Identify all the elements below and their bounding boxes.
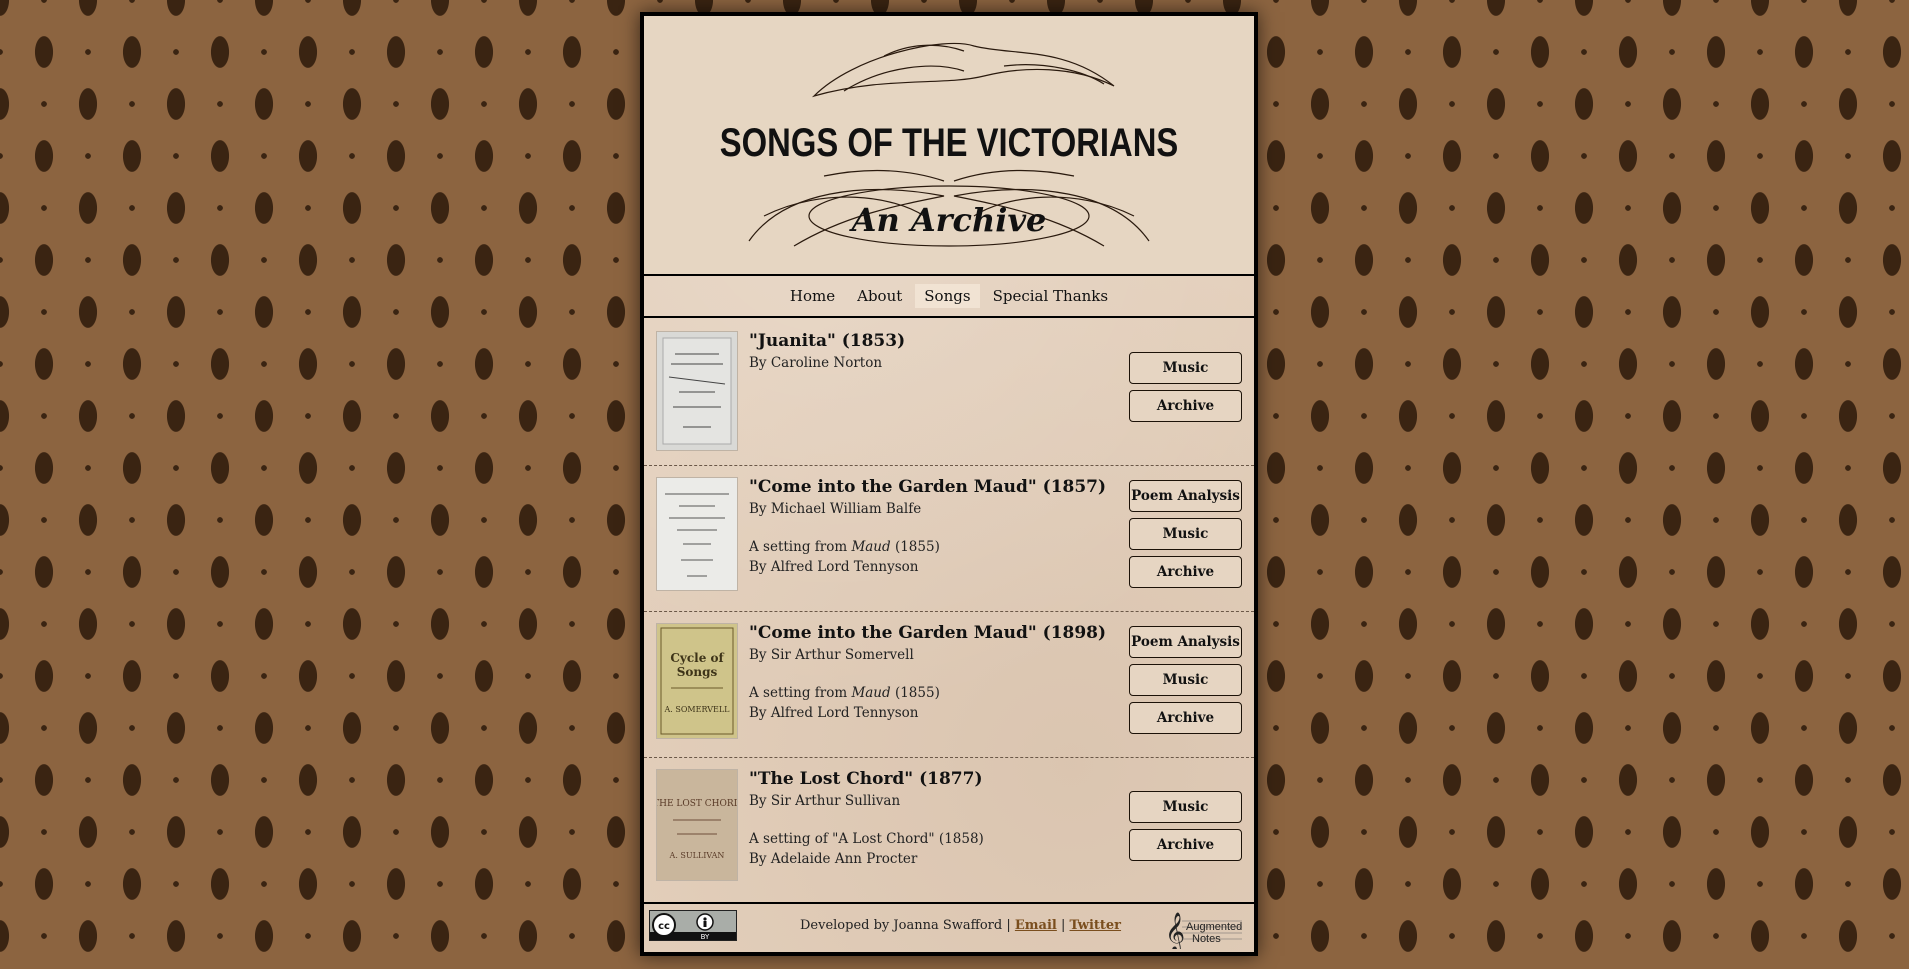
song-setting: A setting from Maud (1855) [749, 685, 940, 701]
page-content: SONGS OF THE VICTORIANS An Archive Home … [644, 16, 1254, 952]
svg-text:Notes: Notes [1192, 933, 1221, 945]
setting-prefix: A setting of "A Lost Chord" [749, 831, 935, 847]
sheet-cover-icon [662, 337, 732, 445]
svg-text:cc: cc [658, 921, 670, 932]
setting-work: Maud [851, 539, 891, 555]
song-composer: By Sir Arthur Somervell [749, 647, 914, 663]
cc-license-badge[interactable]: cc BY [649, 910, 737, 941]
email-link[interactable]: Email [1015, 918, 1057, 933]
music-analysis-button[interactable]: Music Analysis [1129, 791, 1242, 845]
site-header: SONGS OF THE VICTORIANS An Archive [644, 16, 1254, 276]
archive-button[interactable]: Archive [1129, 829, 1242, 861]
song-poet: By Alfred Lord Tennyson [749, 559, 919, 575]
song-item-garden-maud-1898: Cycle of Songs A. SOMERVELL "Come into t… [644, 611, 1254, 758]
treble-clef-icon: 𝄞 [1165, 912, 1185, 949]
header-banner: SONGS OF THE VICTORIANS An Archive [720, 42, 1178, 247]
setting-year: (1858) [938, 831, 984, 847]
setting-prefix: A setting from [749, 685, 848, 701]
song-title: "Come into the Garden Maud" (1857) [749, 477, 1107, 497]
svg-text:A. SOMERVELL: A. SOMERVELL [664, 705, 731, 714]
svg-text:Songs: Songs [677, 665, 718, 679]
page-frame: SONGS OF THE VICTORIANS An Archive Home … [640, 12, 1258, 956]
nav-home[interactable]: Home [781, 284, 844, 308]
svg-text:A. SULLIVAN: A. SULLIVAN [669, 851, 725, 860]
site-title: SONGS OF THE VICTORIANS [720, 120, 1178, 165]
song-composer: By Michael William Balfe [749, 501, 922, 517]
developer-credit: Developed by Joanna Swafford [800, 918, 1003, 933]
setting-prefix: A setting from [749, 539, 848, 555]
poem-analysis-button[interactable]: Poem Analysis [1129, 626, 1242, 658]
poem-analysis-button[interactable]: Poem Analysis [1129, 480, 1242, 512]
svg-text:Cycle of: Cycle of [670, 651, 724, 665]
song-item-garden-maud-1857: "Come into the Garden Maud" (1857) By Mi… [644, 465, 1254, 612]
archive-button[interactable]: Archive [1129, 390, 1242, 422]
setting-year: (1855) [894, 685, 940, 701]
cc-by-icon: cc BY [650, 911, 736, 941]
song-composer: By Caroline Norton [749, 355, 883, 371]
sheet-music-thumbnail[interactable]: Cycle of Songs A. SOMERVELL [656, 623, 738, 739]
song-item-juanita: "Juanita" (1853) By Caroline Norton Musi… [644, 319, 1254, 466]
song-title: "The Lost Chord" (1877) [749, 769, 983, 789]
svg-text:BY: BY [701, 933, 710, 940]
sheet-music-thumbnail[interactable] [656, 331, 738, 451]
twitter-link[interactable]: Twitter [1070, 918, 1122, 933]
song-item-lost-chord: THE LOST CHORD A. SULLIVAN "The Lost Cho… [644, 757, 1254, 903]
sheet-cover-icon [665, 493, 729, 577]
song-title: "Juanita" (1853) [749, 331, 906, 351]
svg-text:THE LOST CHORD: THE LOST CHORD [657, 799, 737, 809]
nav-songs[interactable]: Songs [915, 284, 980, 308]
sheet-music-thumbnail[interactable] [656, 477, 738, 591]
archive-button[interactable]: Archive [1129, 556, 1242, 588]
footer-credits: Developed by Joanna Swafford | Email | T… [800, 918, 1122, 933]
nav-about[interactable]: About [848, 284, 911, 308]
song-poet: By Adelaide Ann Procter [749, 851, 918, 867]
svg-text:Augmented: Augmented [1186, 921, 1242, 933]
site-footer: cc BY Developed by Joanna Swafford | Ema… [644, 902, 1254, 952]
setting-year: (1855) [894, 539, 940, 555]
augmented-notes-logo[interactable]: 𝄞 Augmented Notes [1162, 907, 1246, 949]
sheet-cover-icon: Cycle of Songs A. SOMERVELL [660, 627, 734, 735]
nav-special-thanks[interactable]: Special Thanks [984, 284, 1118, 308]
sheet-cover-icon: THE LOST CHORD A. SULLIVAN [657, 799, 737, 860]
site-subtitle: An Archive [849, 201, 1047, 239]
sheet-music-thumbnail[interactable]: THE LOST CHORD A. SULLIVAN [656, 769, 738, 881]
song-poet: By Alfred Lord Tennyson [749, 705, 919, 721]
music-analysis-button[interactable]: Music Analysis [1129, 352, 1242, 406]
setting-work: Maud [851, 685, 891, 701]
main-nav: Home About Songs Special Thanks [644, 276, 1254, 318]
song-title: "Come into the Garden Maud" (1898) [749, 623, 1107, 643]
music-analysis-button[interactable]: Music Analysis [1129, 664, 1242, 718]
music-analysis-button[interactable]: Music Analysis [1129, 518, 1242, 572]
song-composer: By Sir Arthur Sullivan [749, 793, 901, 809]
archive-button[interactable]: Archive [1129, 702, 1242, 734]
song-setting: A setting from Maud (1855) [749, 539, 940, 555]
song-setting: A setting of "A Lost Chord" (1858) [749, 831, 984, 847]
